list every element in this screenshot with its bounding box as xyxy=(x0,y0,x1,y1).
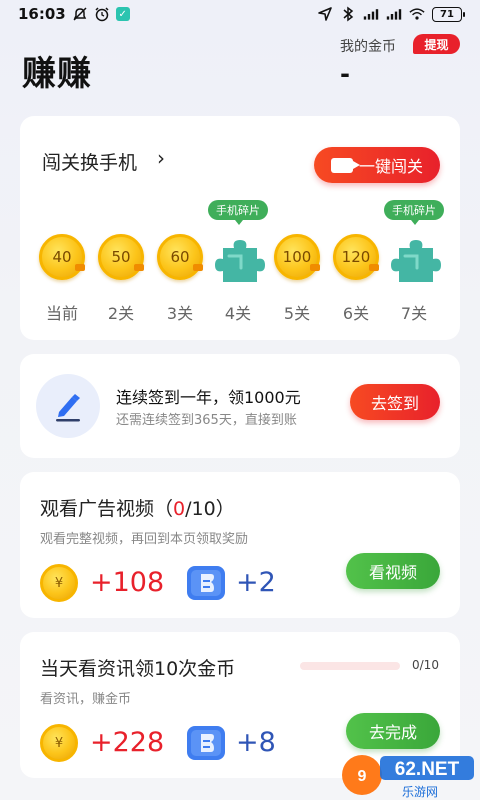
signin-card: 连续签到一年，领1000元 还需连续签到365天，直接到账 去签到 xyxy=(20,354,460,458)
ticket-icon xyxy=(186,725,226,761)
mini-coin-badge xyxy=(75,264,85,271)
coin-reward: +108 xyxy=(90,567,165,598)
level-coin: 60 xyxy=(157,234,207,284)
ticket-reward: +2 xyxy=(236,567,276,598)
signin-title: 连续签到一年，领1000元 xyxy=(116,388,301,407)
page-title: 赚赚 xyxy=(22,54,92,94)
news-task-title: 当天看资讯领10次金币 xyxy=(40,658,236,680)
video-task-card: 观看广告视频（0/10） 观看完整视频，再回到本页领取奖励 ¥ +108 +2 … xyxy=(20,472,460,618)
phone-piece-tag: 手机碎片 xyxy=(208,200,268,225)
challenge-card: 闯关换手机 › 一键闯关 40 当前 50 2关 60 3关 手机碎片 4关 100 5关 120 6… xyxy=(20,116,460,340)
phone-piece-reward xyxy=(391,234,441,284)
news-task-subtitle: 看资讯，赚金币 xyxy=(40,692,132,707)
svg-text:9: 9 xyxy=(358,768,367,785)
coin-icon: ¥ xyxy=(40,564,78,602)
status-time: 16:03 xyxy=(18,5,66,23)
level-coin: 50 xyxy=(98,234,148,284)
signin-subtitle: 还需连续签到365天，直接到账 xyxy=(116,413,297,428)
svg-text:乐游网: 乐游网 xyxy=(402,785,438,799)
location-icon xyxy=(317,6,333,22)
coins-value: - xyxy=(340,60,350,88)
ticket-icon xyxy=(186,565,226,601)
mini-coin-badge xyxy=(369,264,379,271)
coin-icon: ¥ xyxy=(40,724,78,762)
watch-video-button[interactable]: 看视频 xyxy=(346,553,440,589)
pen-icon xyxy=(36,374,100,438)
level-coin-value: 120 xyxy=(341,248,371,266)
level-coin-value: 60 xyxy=(170,248,190,266)
coin-icon: 100 xyxy=(274,234,320,280)
level-label: 4关 xyxy=(224,304,252,323)
coin-reward: +228 xyxy=(90,727,165,758)
level-label: 6关 xyxy=(342,304,370,323)
app-notification-icon: ✓ xyxy=(115,7,130,21)
puzzle-piece-icon xyxy=(391,234,441,284)
level-label: 3关 xyxy=(166,304,194,323)
signal-icon xyxy=(363,6,379,22)
ticket-reward: +8 xyxy=(236,727,276,758)
level-label: 7关 xyxy=(400,304,428,323)
phone-piece-tag: 手机碎片 xyxy=(384,200,444,225)
level-coin-value: 50 xyxy=(111,248,131,266)
battery-icon: 71 xyxy=(432,6,465,22)
go-complete-button[interactable]: 去完成 xyxy=(346,713,440,749)
site-watermark-logo: 9 62.NET 乐游网 xyxy=(340,748,478,800)
level-coin: 100 xyxy=(274,234,324,284)
level-coin-value: 40 xyxy=(52,248,72,266)
level-coin: 40 xyxy=(39,234,89,284)
news-progress-text: 0/10 xyxy=(412,658,439,672)
go-signin-button[interactable]: 去签到 xyxy=(350,384,440,420)
level-track: 40 当前 50 2关 60 3关 手机碎片 4关 100 5关 120 6关 手机碎片 7关 xyxy=(20,116,460,340)
level-label: 2关 xyxy=(107,304,135,323)
coin-icon: 120 xyxy=(333,234,379,280)
mute-icon xyxy=(72,6,88,22)
wifi-icon xyxy=(409,6,425,22)
mini-coin-badge xyxy=(134,264,144,271)
coin-icon: 50 xyxy=(98,234,144,280)
video-task-title: 观看广告视频（0/10） xyxy=(40,498,235,520)
coin-icon: 40 xyxy=(39,234,85,280)
withdraw-button[interactable]: 提现 xyxy=(413,34,460,54)
alarm-icon xyxy=(94,6,110,22)
svg-text:62.NET: 62.NET xyxy=(395,759,460,780)
my-coins-label: 我的金币 xyxy=(340,39,396,55)
puzzle-piece-icon xyxy=(215,234,265,284)
level-label: 当前 xyxy=(45,304,78,323)
mini-coin-badge xyxy=(193,264,203,271)
phone-piece-reward xyxy=(215,234,265,284)
bluetooth-icon xyxy=(340,6,356,22)
coin-icon: 60 xyxy=(157,234,203,280)
status-bar: 16:03 ✓ 71 xyxy=(0,0,480,28)
level-label: 5关 xyxy=(283,304,311,323)
news-progress-bar xyxy=(300,662,400,670)
level-coin-value: 100 xyxy=(282,248,312,266)
level-coin: 120 xyxy=(333,234,383,284)
video-task-subtitle: 观看完整视频，再回到本页领取奖励 xyxy=(40,532,249,547)
mini-coin-badge xyxy=(310,264,320,271)
signal-icon-2 xyxy=(386,6,402,22)
